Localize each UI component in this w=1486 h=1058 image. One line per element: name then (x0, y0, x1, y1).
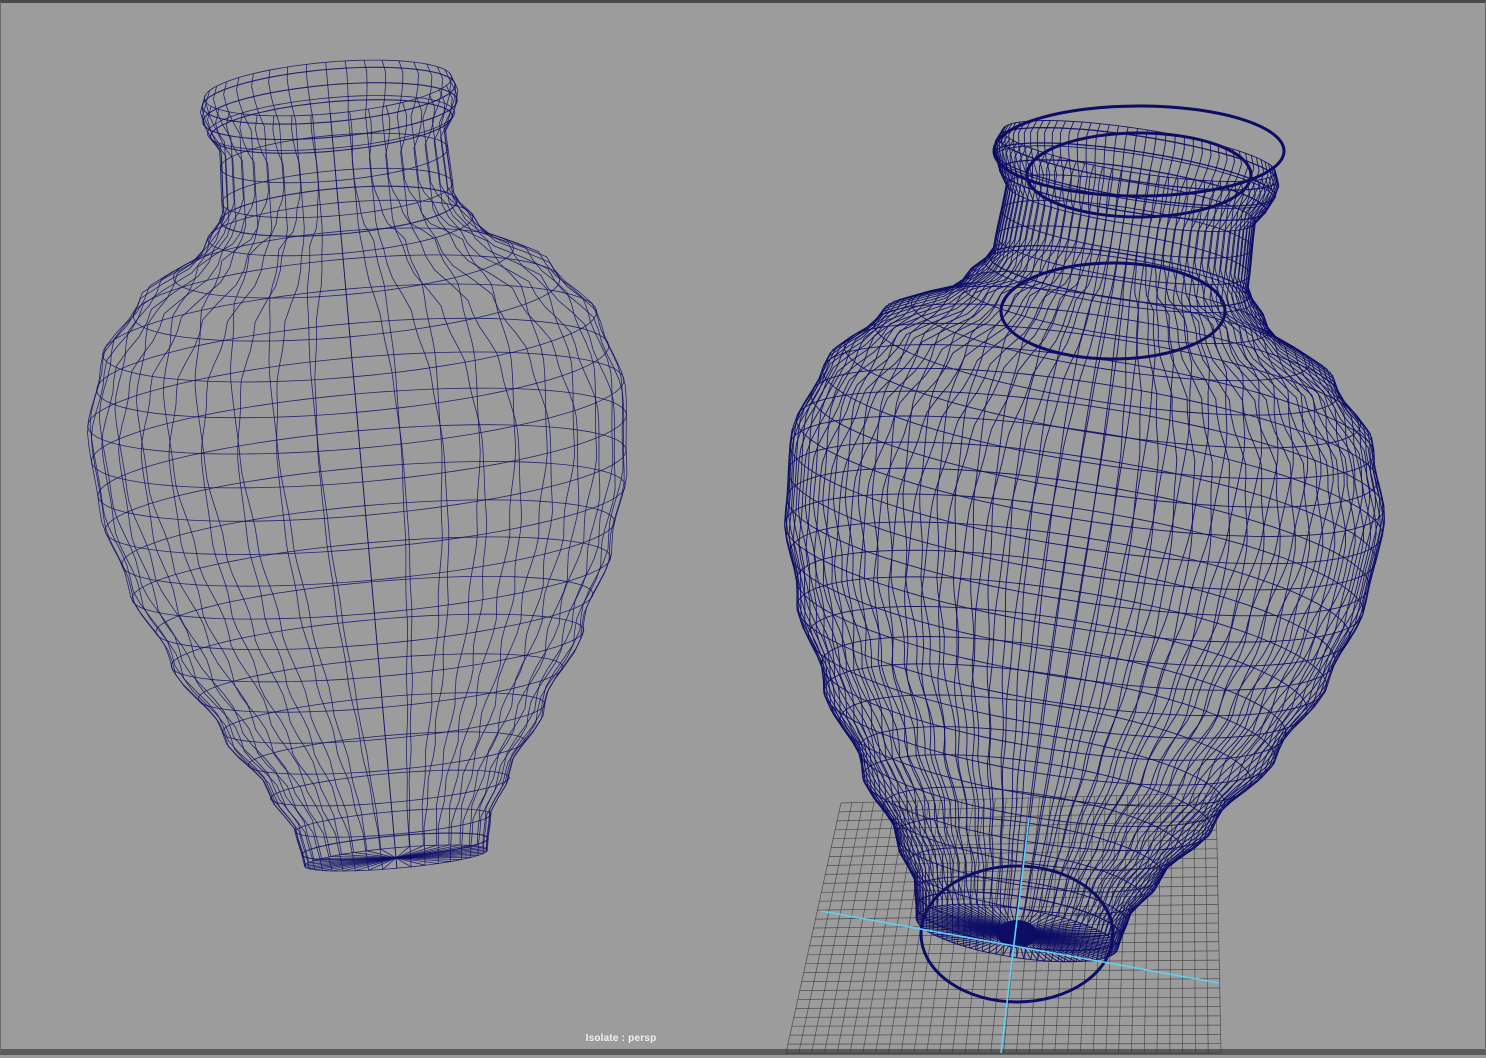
vase-right-wireframe[interactable] (785, 106, 1385, 1002)
vase-ring (788, 442, 1376, 590)
vase-meridian (231, 70, 354, 853)
vase-ring (858, 727, 1224, 827)
isolate-camera-label: Isolate : persp (561, 1033, 681, 1044)
vase-meridian (786, 133, 1007, 921)
vase-meridian (798, 125, 1012, 912)
vase-meridian (163, 78, 330, 857)
vase-meridian (789, 127, 1008, 914)
vase-meridian (411, 62, 547, 845)
vase-meridian (382, 60, 480, 845)
vase-meridian (1087, 149, 1293, 926)
vase-meridian (1017, 174, 1141, 958)
vase-meridian (1003, 126, 1118, 907)
vase-meridian (119, 109, 315, 869)
vase-meridian (425, 94, 579, 857)
vase-heavy-ring (1001, 263, 1225, 359)
vase-meridian (397, 61, 515, 845)
vase-meridian (311, 115, 383, 869)
vase-meridian (814, 143, 1019, 931)
maya-perspective-viewport[interactable]: Isolate : persp (0, 0, 1486, 1055)
vase-meridian (859, 151, 1039, 939)
vase-base-spoke (396, 858, 397, 868)
vase-meridian (446, 77, 627, 850)
vase-meridian (141, 112, 322, 871)
vase-meridian (1092, 181, 1310, 960)
vase-meridian (99, 90, 308, 862)
vase-meridian (326, 62, 395, 848)
vase-meridian (445, 81, 625, 851)
vase-meridian (805, 124, 1015, 911)
vase-meridian (1113, 178, 1371, 955)
vase-meridian (277, 116, 369, 870)
vase-ring (790, 416, 1382, 564)
vase-meridian (386, 106, 487, 864)
vase-left-wireframe[interactable] (88, 60, 627, 871)
viewport-scene[interactable] (1, 3, 1486, 1058)
vase-meridian (368, 109, 448, 865)
vase-base-spoke (395, 848, 396, 858)
vase-meridian (238, 116, 356, 871)
vase-ring (863, 755, 1212, 851)
vase-meridian (1024, 130, 1147, 910)
vase-ring (1003, 121, 1276, 182)
vase-meridian (434, 90, 600, 856)
